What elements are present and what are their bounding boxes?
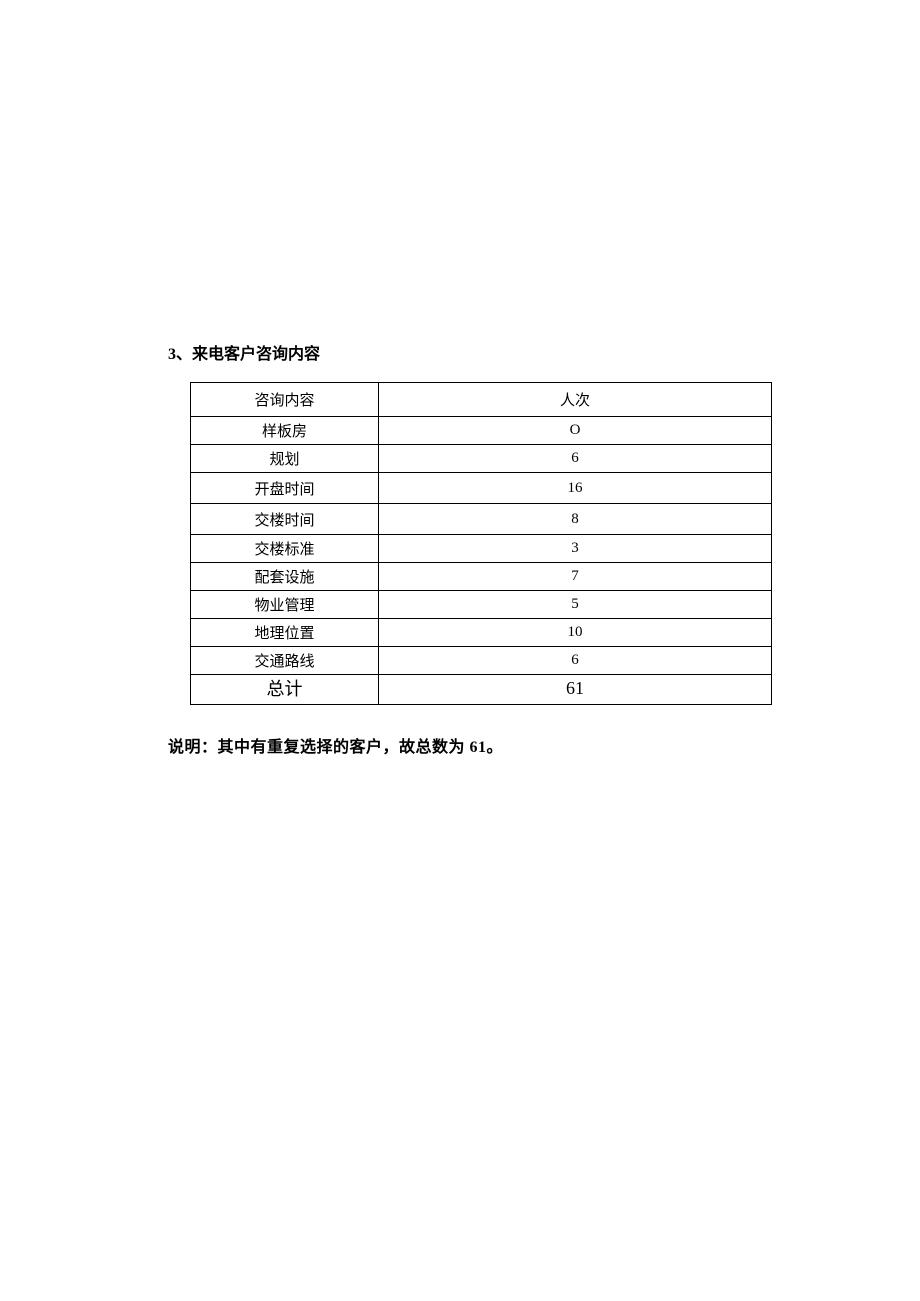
header-col2: 人次	[379, 383, 772, 417]
row-value: 10	[379, 619, 772, 647]
table-row: 规划 6	[191, 445, 772, 473]
row-value: 8	[379, 504, 772, 535]
row-label: 地理位置	[191, 619, 379, 647]
row-value: O	[379, 417, 772, 445]
table-row: 开盘时间 16	[191, 473, 772, 504]
row-label: 开盘时间	[191, 473, 379, 504]
row-value: 5	[379, 591, 772, 619]
table-row: 交楼标准 3	[191, 535, 772, 563]
row-label: 样板房	[191, 417, 379, 445]
row-label: 交楼时间	[191, 504, 379, 535]
row-label: 交通路线	[191, 647, 379, 675]
row-value: 6	[379, 647, 772, 675]
note-text: 说明：其中有重复选择的客户，故总数为 61。	[168, 733, 768, 757]
table-row: 配套设施 7	[191, 563, 772, 591]
table-total-row: 总计 61	[191, 675, 772, 705]
row-label: 配套设施	[191, 563, 379, 591]
table-row: 样板房 O	[191, 417, 772, 445]
row-label: 物业管理	[191, 591, 379, 619]
row-value: 16	[379, 473, 772, 504]
total-value: 61	[379, 675, 772, 705]
row-value: 6	[379, 445, 772, 473]
inquiry-table: 咨询内容 人次 样板房 O 规划 6 开盘时间 16 交楼时间 8 交楼标准 3…	[190, 382, 772, 705]
table-row: 交楼时间 8	[191, 504, 772, 535]
row-value: 7	[379, 563, 772, 591]
row-value: 3	[379, 535, 772, 563]
row-label: 规划	[191, 445, 379, 473]
section-title: 3、来电客户咨询内容	[168, 340, 768, 364]
table-row: 交通路线 6	[191, 647, 772, 675]
table-row: 地理位置 10	[191, 619, 772, 647]
row-label: 交楼标准	[191, 535, 379, 563]
table-header-row: 咨询内容 人次	[191, 383, 772, 417]
total-label: 总计	[191, 675, 379, 705]
table-row: 物业管理 5	[191, 591, 772, 619]
document-content: 3、来电客户咨询内容 咨询内容 人次 样板房 O 规划 6 开盘时间 16 交楼…	[168, 340, 768, 757]
header-col1: 咨询内容	[191, 383, 379, 417]
